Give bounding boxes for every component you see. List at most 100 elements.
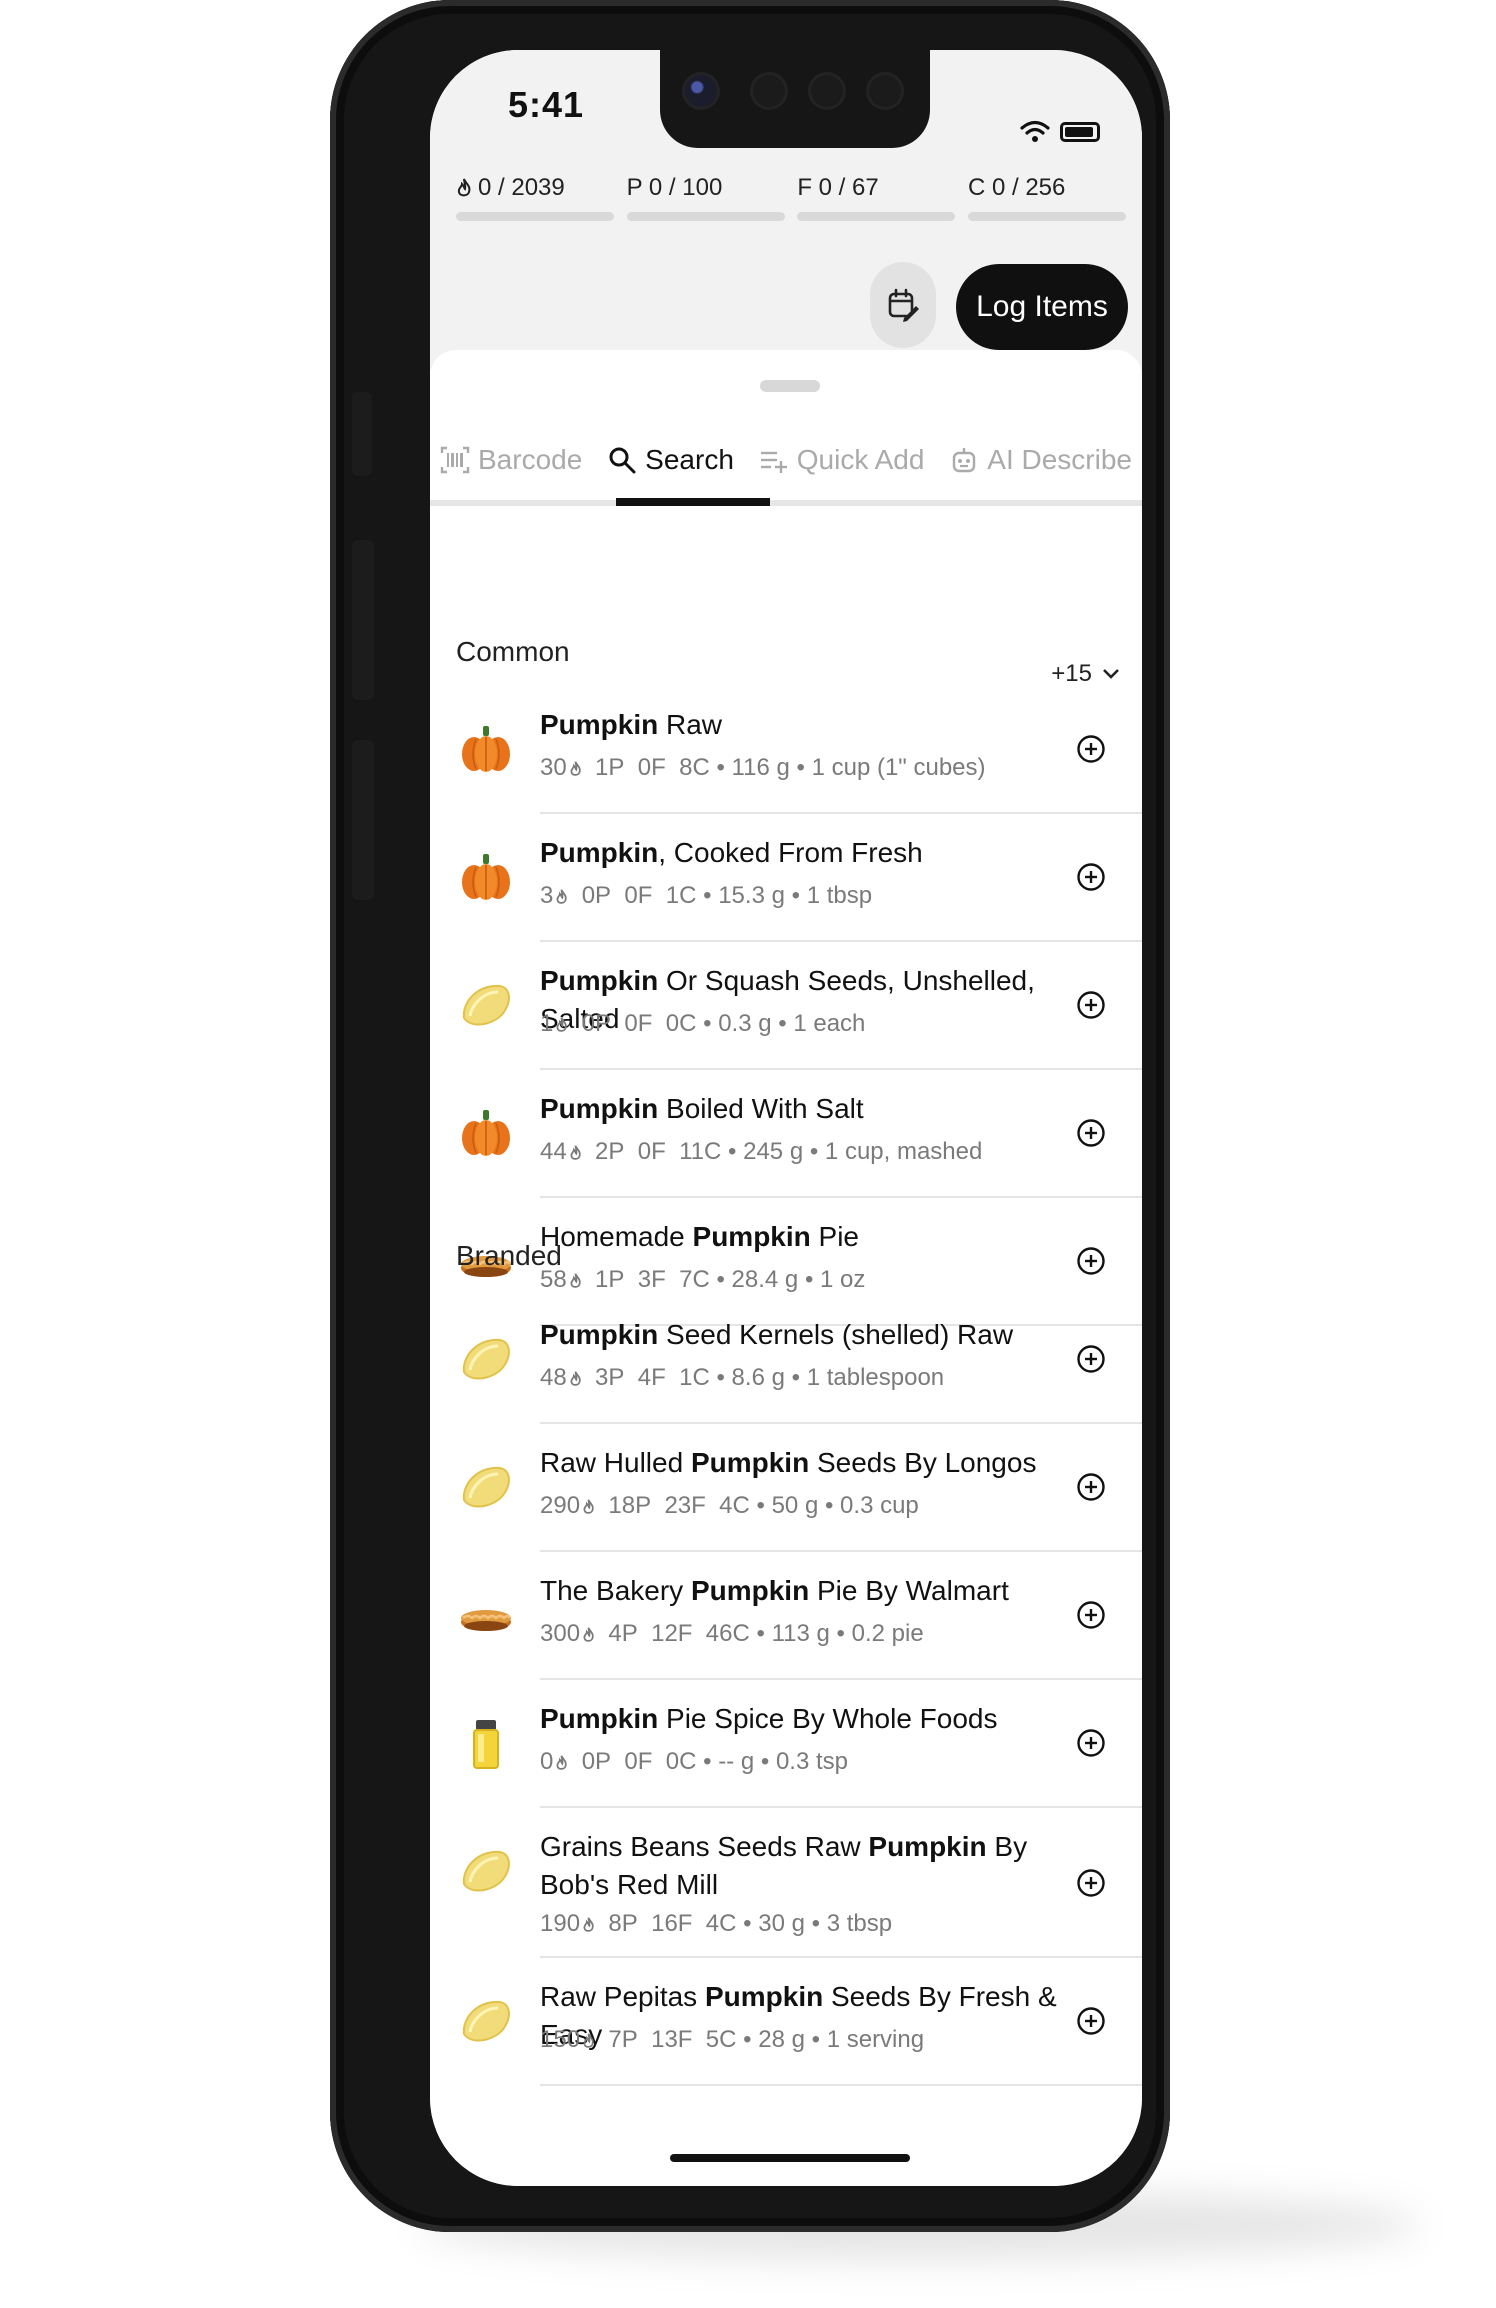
add-food-button[interactable]: [1076, 1118, 1106, 1148]
plus-circle-icon: [1076, 1345, 1106, 1378]
section-branded-title: Branded: [456, 1240, 562, 1271]
food-row[interactable]: Pumpkin Or Squash Seeds, Unshelled, Salt…: [430, 942, 1142, 1070]
search-icon: [609, 447, 636, 474]
food-protein: 8P: [608, 1910, 638, 1937]
food-fat: 23F: [664, 1492, 706, 1519]
food-row[interactable]: Grains Beans Seeds Raw Pumpkin By Bob's …: [430, 1808, 1142, 1958]
food-serving: 1 serving: [826, 2026, 925, 2053]
show-more-count: +15: [1051, 660, 1092, 687]
volume-up-button: [352, 540, 374, 700]
food-row[interactable]: The Bakery Pumpkin Pie By Walmart 300 4P …: [430, 1552, 1142, 1680]
food-serving: 1 cup (1" cubes): [811, 754, 986, 781]
log-items-button[interactable]: Log Items: [956, 264, 1128, 350]
food-nutrition: 190 8P 16F 4C • 30 g • 3 tbsp: [540, 1910, 893, 1937]
add-food-button[interactable]: [1076, 2006, 1106, 2036]
food-carbs: 4C: [705, 1910, 737, 1937]
food-row[interactable]: Raw Hulled Pumpkin Seeds By Longos 290 18…: [430, 1424, 1142, 1552]
food-protein: 7P: [608, 2026, 638, 2053]
add-food-button[interactable]: [1076, 990, 1106, 1020]
food-name: Homemade Pumpkin Pie: [540, 1218, 1060, 1256]
plus-circle-icon: [1076, 1473, 1106, 1506]
tab-quick-add[interactable]: Quick Add: [759, 444, 924, 476]
food-name-suffix: Seeds By Longos: [809, 1447, 1037, 1478]
food-calories: 1: [540, 1010, 554, 1037]
show-more-button[interactable]: +15: [1051, 660, 1120, 688]
food-name-prefix: Raw Pepitas: [540, 1981, 705, 2012]
macro-protein: P 0 / 100: [626, 174, 785, 221]
macro-summary: 0 / 2039 P 0 / 100 F 0 / 67 C 0 / 256: [456, 174, 1126, 221]
food-fat: 16F: [651, 1910, 693, 1937]
food-protein: 0P: [581, 882, 612, 909]
add-food-button[interactable]: [1076, 1728, 1106, 1758]
food-weight: 0.3 g: [718, 1010, 772, 1037]
food-serving: 3 tbsp: [826, 1910, 893, 1937]
plus-circle-icon: [1076, 1869, 1106, 1902]
seed-icon: [458, 1332, 514, 1388]
food-name-match: Pumpkin: [540, 965, 659, 996]
macro-calories-value: 0 / 2039: [478, 174, 565, 201]
macro-carbs: C 0 / 256: [967, 174, 1126, 221]
food-fat: 0F: [624, 1010, 653, 1037]
food-calories: 290: [540, 1492, 581, 1519]
food-weight: 8.6 g: [731, 1364, 785, 1391]
add-food-button[interactable]: [1076, 862, 1106, 892]
flame-icon: [556, 1017, 568, 1032]
food-name-suffix: Seed Kernels (shelled) Raw: [658, 1319, 1014, 1350]
sheet-grabber[interactable]: [760, 380, 820, 392]
spice-icon: [458, 1716, 514, 1772]
food-carbs: 11C: [679, 1138, 722, 1165]
front-camera-icon: [682, 72, 720, 110]
tab-ai-describe[interactable]: AI Describe: [949, 444, 1132, 476]
seed-icon: [458, 1460, 514, 1516]
add-food-button[interactable]: [1076, 1868, 1106, 1898]
add-food-button[interactable]: [1076, 1600, 1106, 1630]
food-protein: 2P: [595, 1138, 625, 1165]
add-food-button[interactable]: [1076, 1246, 1106, 1276]
food-weight: 113 g: [771, 1620, 830, 1647]
calendar-edit-icon: [888, 288, 919, 322]
food-calories: 44: [540, 1138, 567, 1165]
food-nutrition: 44 2P 0F 11C • 245 g • 1 cup, mashed: [540, 1138, 983, 1165]
food-row[interactable]: Raw Pepitas Pumpkin Seeds By Fresh & Eas…: [430, 1958, 1142, 2086]
food-name-match: Pumpkin: [690, 1447, 810, 1478]
macro-fat: F 0 / 67: [797, 174, 956, 221]
add-food-button[interactable]: [1076, 734, 1106, 764]
food-row[interactable]: Pumpkin Pie Spice By Whole Foods 0 0P 0F …: [430, 1680, 1142, 1808]
food-name: Pumpkin Raw: [540, 706, 1060, 744]
plus-circle-icon: [1076, 991, 1106, 1024]
food-name: Pumpkin, Cooked From Fresh: [540, 834, 1060, 872]
plus-circle-icon: [1076, 2007, 1106, 2040]
food-fat: 12F: [651, 1620, 693, 1647]
food-row[interactable]: Pumpkin Boiled With Salt 44 2P 0F 11C • 2…: [430, 1070, 1142, 1198]
food-nutrition: 48 3P 4F 1C • 8.6 g • 1 tablespoon: [540, 1364, 945, 1391]
tab-divider: [430, 500, 1142, 506]
food-fat: 3F: [637, 1266, 666, 1293]
tab-search[interactable]: Search: [607, 444, 734, 476]
food-name-match: Pumpkin: [540, 1703, 659, 1734]
calendar-button[interactable]: [870, 262, 936, 348]
food-protein: 4P: [608, 1620, 638, 1647]
food-serving: 0.3 tsp: [775, 1748, 848, 1775]
food-name-suffix: Pie By Walmart: [809, 1575, 1009, 1606]
tab-bar: Barcode Search Quick Add AI Describe: [430, 420, 1142, 500]
add-food-button[interactable]: [1076, 1472, 1106, 1502]
food-name-match: Pumpkin: [692, 1221, 811, 1252]
food-row[interactable]: Pumpkin Seed Kernels (shelled) Raw 48 3P …: [430, 1296, 1142, 1424]
flame-icon: [570, 761, 581, 776]
flame-icon: [570, 1371, 581, 1386]
food-serving: 1 each: [793, 1010, 866, 1037]
food-row[interactable]: Pumpkin Raw 30 1P 0F 8C • 116 g • 1 cup (…: [430, 686, 1142, 814]
food-serving: 1 oz: [820, 1266, 866, 1293]
food-calories: 3: [540, 882, 554, 909]
tab-barcode[interactable]: Barcode: [440, 444, 582, 476]
food-name-prefix: Grains Beans Seeds Raw: [540, 1831, 869, 1862]
add-food-button[interactable]: [1076, 1344, 1106, 1374]
food-carbs: 0C: [665, 1010, 697, 1037]
flame-icon: [457, 178, 471, 197]
tab-barcode-label: Barcode: [478, 444, 583, 475]
flame-icon: [556, 889, 568, 904]
food-fat: 0F: [624, 882, 653, 909]
food-nutrition: 30 1P 0F 8C • 116 g • 1 cup (1" cubes): [540, 754, 986, 781]
plus-circle-icon: [1076, 1729, 1106, 1762]
food-row[interactable]: Pumpkin, Cooked From Fresh 3 0P 0F 1C • 1…: [430, 814, 1142, 942]
